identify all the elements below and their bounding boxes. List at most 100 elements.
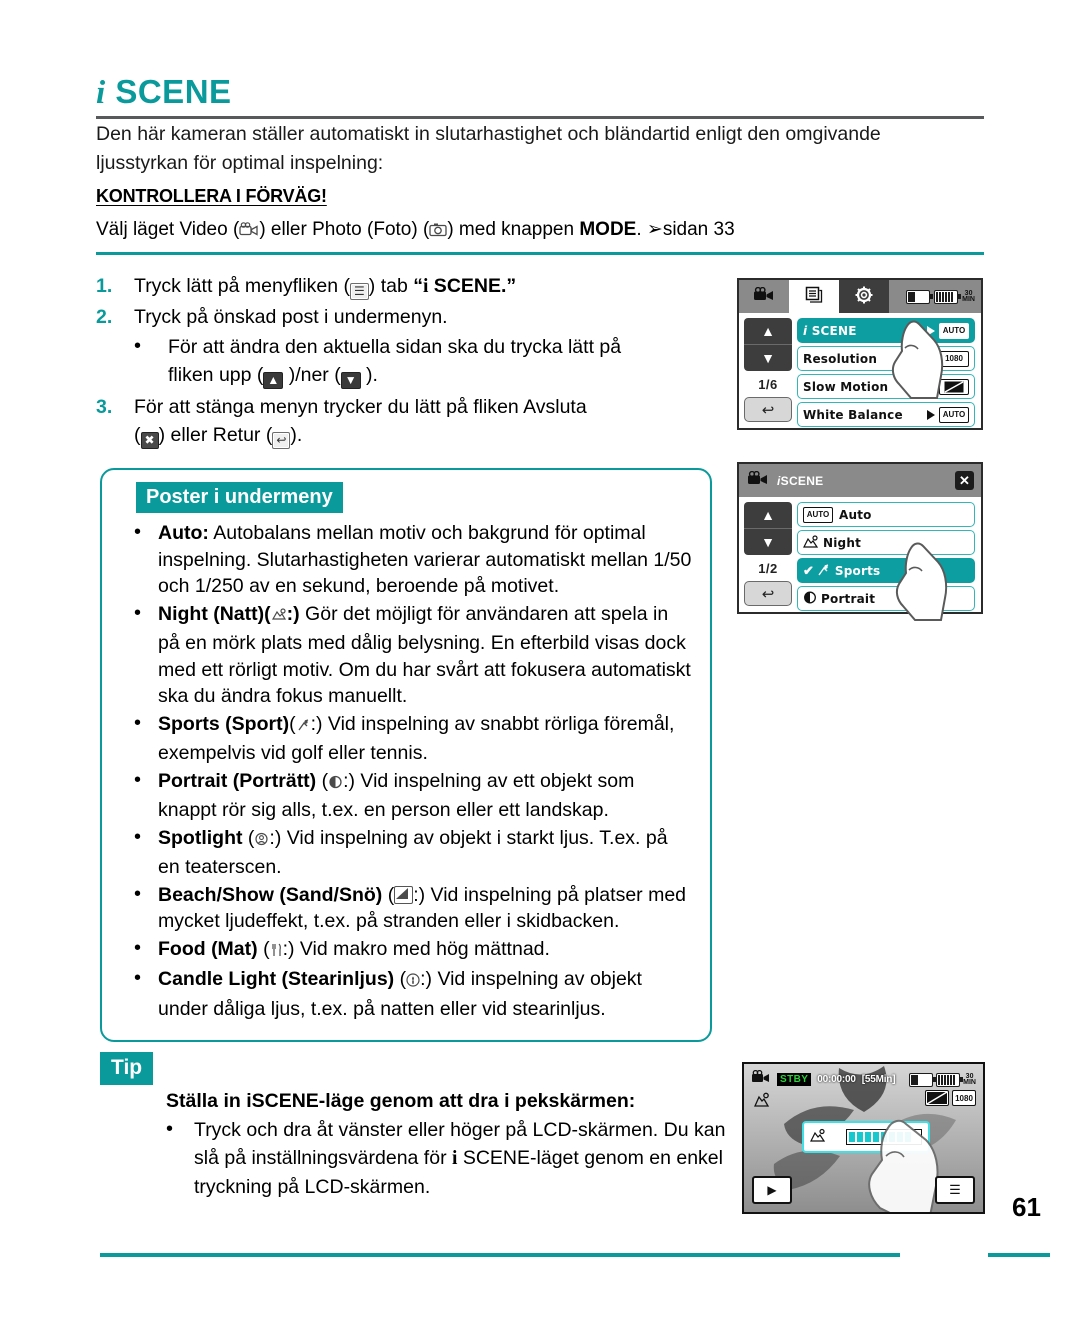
submenu-item-candle-term: Candle Light (Stearinljus)	[158, 968, 395, 990]
mode-text-d: .	[636, 219, 647, 240]
candle-icon	[406, 969, 420, 996]
status-indicators: 30 MIN	[906, 289, 981, 304]
step-2: 2. Tryck på önskad post i undermenyn.	[96, 303, 716, 331]
bullet-icon: •	[166, 1118, 174, 1140]
iscene-slider[interactable]	[802, 1121, 930, 1153]
page-indicator: 1/6	[758, 376, 778, 392]
step-3-number: 3.	[96, 396, 113, 418]
menu-row-slow-motion[interactable]: Slow Motion	[797, 374, 975, 399]
menu-topbar: 30 MIN	[739, 280, 981, 313]
submenu-item-portrait-term: Portrait (Porträtt)	[158, 769, 317, 792]
submenu-row-portrait[interactable]: Portrait	[797, 586, 975, 611]
submenu-row-auto[interactable]: AUTO Auto	[797, 502, 975, 527]
submenu-item-candle: • Candle Light (Stearinljus) (:) Vid ins…	[134, 967, 642, 1020]
step-2-number: 2.	[96, 306, 113, 328]
camcorder-icon	[239, 218, 259, 246]
substep-text-c: )/ner (	[283, 364, 341, 386]
submenu-item-spotlight: • Spotlight (:) Vid inspelning av objekt…	[134, 825, 668, 879]
step-3-text-d: ).	[290, 424, 303, 446]
night-icon	[803, 534, 819, 551]
menu-row-iscene-right: AUTO	[927, 322, 969, 339]
close-icon: ✖	[140, 432, 159, 449]
scroll-down-button[interactable]: ▼	[744, 344, 792, 371]
night-mode-icon	[753, 1092, 771, 1112]
substep-text-d: ).	[360, 364, 378, 386]
night-icon	[810, 1128, 826, 1147]
screenshot-iscene-submenu: iSCENE ✕ ▲ ▼ 1/2 ↩ AUTO Auto Night ✔ Spo…	[737, 462, 983, 621]
tip-label: Tip	[100, 1052, 154, 1085]
bullet-icon: •	[134, 521, 142, 543]
battery-minutes: 30 MIN	[963, 1072, 976, 1086]
section-divider	[96, 252, 984, 255]
step-1-text-a: Tryck lätt på menyfliken (	[134, 275, 351, 297]
slider-level-bar[interactable]	[846, 1129, 922, 1145]
menu-row-white-balance[interactable]: White Balance AUTO	[797, 402, 975, 427]
submenu-row-night-label: Night	[823, 535, 862, 550]
arrow-up-icon: ▲	[263, 372, 284, 389]
page-title: i SCENE	[96, 72, 984, 113]
bullet-icon: •	[134, 601, 142, 624]
submenu-item-sports-term: Sports (Sport)	[158, 712, 290, 735]
memory-card-icon	[909, 1072, 937, 1087]
tab-video[interactable]	[739, 280, 789, 313]
menu-row-resolution[interactable]: Resolution 1080	[797, 346, 975, 371]
menu-row-slow-motion-right	[927, 378, 969, 395]
menu-row-white-balance-right: AUTO	[927, 406, 969, 423]
menu-row-white-balance-value: AUTO	[939, 406, 969, 423]
battery-icon	[936, 1072, 964, 1087]
menu-row-resolution-right: 1080	[939, 350, 969, 367]
step-3: 3. För att stänga menyn trycker du lätt …	[96, 393, 716, 449]
submenu-items-box: Poster i undermeny • Auto: Autobalans me…	[100, 468, 712, 1042]
bullet-icon: •	[134, 936, 142, 959]
tab-menu[interactable]	[789, 280, 839, 313]
submenu-item-night: • Night (Natt)(:) Gör det möjligt för an…	[134, 601, 691, 708]
menu-button[interactable]: ☰	[935, 1176, 975, 1204]
submenu-item-food-term: Food (Mat)	[158, 937, 258, 960]
substep-text-a: För att ändra den aktuella sidan ska du …	[168, 336, 622, 358]
chevron-right-icon	[927, 381, 935, 392]
menu-row-iscene[interactable]: i SCENE AUTO	[797, 318, 975, 343]
submenu-row-sports[interactable]: ✔ Sports	[797, 558, 975, 583]
submenu-box-label: Poster i undermeny	[136, 482, 343, 513]
scroll-up-button[interactable]: ▲	[744, 318, 792, 344]
battery-icon	[934, 289, 962, 304]
substep-bullet: •	[134, 335, 142, 357]
beach-icon	[394, 885, 414, 904]
submenu-row-night[interactable]: Night	[797, 530, 975, 555]
food-icon	[270, 939, 283, 966]
slow-motion-off-icon	[925, 1090, 949, 1106]
submenu-rows: AUTO Auto Night ✔ Sports Portrait	[797, 502, 975, 614]
mode-page-ref: sidan 33	[662, 219, 735, 240]
camcorder-icon	[751, 1069, 771, 1089]
title-divider	[96, 116, 984, 119]
step-3-text-c: ) eller Retur (	[158, 424, 273, 446]
return-icon: ↩	[272, 432, 291, 449]
lcd-secondary-icons: 1080	[925, 1090, 976, 1106]
auto-badge-icon: AUTO	[803, 506, 833, 523]
gear-icon	[855, 286, 873, 308]
close-button[interactable]: ✕	[955, 471, 974, 490]
menu-row-iscene-label: i SCENE	[803, 323, 857, 338]
step-1: 1. Tryck lätt på menyfliken (☰) tab “i S…	[96, 272, 716, 301]
menu-tab-icon: ☰	[350, 283, 369, 300]
return-button[interactable]: ↩	[744, 581, 792, 606]
screenshot-main-menu: 30 MIN ▲ ▼ 1/6 ↩ i SCENE AUTO Resolution	[737, 278, 983, 430]
page-indicator: 1/2	[758, 560, 778, 576]
mode-instruction-line: Välj läget Video ( ) eller Photo (Foto) …	[96, 216, 956, 246]
mode-text-a: Välj läget Video (	[96, 219, 240, 240]
submenu-title: iSCENE	[777, 473, 824, 488]
step-3-text-b: (	[134, 424, 141, 446]
return-button[interactable]: ↩	[744, 397, 792, 422]
scroll-down-button[interactable]: ▼	[744, 528, 792, 555]
menu-row-resolution-value: 1080	[939, 350, 969, 367]
tab-settings[interactable]	[839, 280, 889, 313]
footer-divider-page	[988, 1253, 1050, 1257]
play-button[interactable]: ▶	[752, 1176, 792, 1204]
recording-status: STBY	[777, 1073, 812, 1086]
step-2-substep: • För att ändra den aktuella sidan ska d…	[96, 333, 716, 389]
chevron-right-icon	[927, 409, 935, 420]
submenu-item-food-desc: Vid makro med hög mättnad.	[294, 937, 550, 960]
camcorder-icon	[747, 470, 769, 490]
check-in-advance-heading: KONTROLLERA I FÖRVÄG!	[96, 186, 327, 206]
scroll-up-button[interactable]: ▲	[744, 502, 792, 528]
